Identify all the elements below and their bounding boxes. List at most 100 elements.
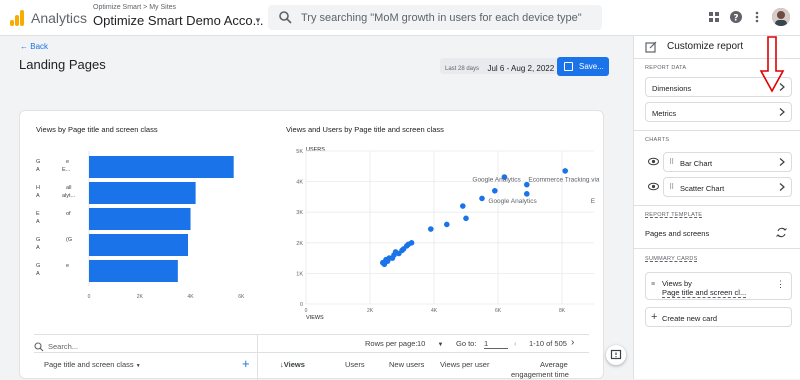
scatter-chart: USERS VIEWS 5K 4K 3K 2K 1K 00 2K 4K 6K 8K Google …: [296, 147, 600, 321]
drag-handle-icon[interactable]: ⠿: [669, 183, 674, 191]
visibility-icon[interactable]: [648, 157, 659, 166]
rows-per-page-label: Rows per page:: [365, 339, 418, 348]
goto-input[interactable]: 1: [484, 339, 508, 349]
feedback-button[interactable]: [606, 345, 626, 365]
y-tick-label: 4K: [296, 180, 303, 186]
metrics-label: Metrics: [652, 109, 677, 118]
bar-chart: GAeE...HAallalyt...EAofGA(GGAe 0 2K 4K 6K: [36, 151, 245, 300]
next-page-icon[interactable]: ›: [571, 337, 574, 348]
chevron-down-icon: ▼: [135, 363, 141, 369]
template-value: Pages and screens: [645, 229, 710, 238]
search-input[interactable]: Try searching "MoM growth in users for e…: [301, 12, 582, 24]
search-bar[interactable]: Try searching "MoM growth in users for e…: [268, 5, 602, 30]
column-header-users[interactable]: Users: [345, 360, 365, 369]
chevron-right-icon: [779, 108, 785, 116]
bar-x-tick-label: 4K: [187, 294, 194, 300]
bar-x-tick-label: 2K: [137, 294, 144, 300]
scatter-point: [524, 191, 530, 197]
list-icon: ≡: [651, 281, 656, 288]
top-bar: Analytics Optimize Smart > My Sites Opti…: [0, 0, 800, 36]
drag-handle-icon[interactable]: ⠿: [669, 158, 674, 166]
bar-row-label: G: [36, 159, 40, 165]
edit-report-icon: [645, 41, 657, 53]
x-axis-title: VIEWS: [306, 315, 324, 321]
app-name[interactable]: Analytics: [31, 10, 87, 26]
dimensions-label: Dimensions: [652, 84, 692, 93]
create-card-label: Create new card: [662, 314, 718, 323]
column-header-new-users[interactable]: New users: [389, 360, 424, 369]
save-button[interactable]: Save...: [557, 57, 609, 76]
back-link[interactable]: ← Back: [20, 42, 48, 51]
y-axis-title: USERS: [306, 147, 325, 153]
visibility-icon[interactable]: [648, 182, 659, 191]
table-search-input[interactable]: Search...: [48, 342, 78, 351]
card-line2: Page title and screen cl...: [662, 288, 747, 298]
rows-per-page-select[interactable]: 10 ▼: [417, 339, 443, 348]
bar-row-label: alyt...: [62, 193, 76, 199]
report-data-label: REPORT DATA: [645, 65, 687, 71]
create-card-button[interactable]: + Create new card: [645, 307, 792, 327]
chevron-right-icon: [779, 183, 785, 191]
column-header-dimension[interactable]: Page title and screen class ▼: [44, 360, 141, 369]
charts-label: CHARTS: [645, 137, 670, 143]
svg-text:?: ?: [733, 14, 738, 24]
scatter-point: [444, 221, 450, 228]
save-icon: [564, 62, 573, 71]
apps-grid-icon[interactable]: [707, 10, 721, 24]
bar-x-tick-label: 0: [88, 294, 91, 300]
metrics-row[interactable]: Metrics: [645, 102, 792, 122]
account-selector[interactable]: Optimize Smart Demo Acco...: [93, 13, 264, 28]
breadcrumb[interactable]: Optimize Smart > My Sites: [93, 4, 176, 11]
bar-row-label: E: [36, 211, 40, 217]
bar-chart-title: Views by Page title and screen class: [36, 125, 158, 134]
scatter-point: [492, 187, 498, 194]
column-header-engagement-time[interactable]: engagement time: [511, 370, 569, 379]
more-vert-icon[interactable]: [750, 10, 764, 24]
column-header-views[interactable]: ↓Views: [280, 360, 305, 369]
bar: [89, 182, 196, 204]
prev-page-icon[interactable]: ‹: [514, 339, 517, 348]
column-header-views-per-user[interactable]: Views per user: [440, 360, 489, 369]
pagination-text: 1-10 of 505: [529, 339, 567, 348]
column-header-dimension-label: Page title and screen class: [44, 360, 134, 369]
bar-row-label: of: [66, 211, 71, 217]
avatar[interactable]: [772, 8, 790, 26]
goto-label: Go to:: [456, 339, 477, 348]
more-vert-icon[interactable]: ⋮: [776, 279, 785, 290]
bar-chart-row[interactable]: ⠿ Bar Chart: [663, 152, 792, 172]
bar-row-label: A: [36, 245, 40, 251]
card-line1: Views by: [662, 279, 692, 288]
bar-row-label: (G: [66, 237, 72, 243]
bar: [89, 260, 178, 282]
add-dimension-icon[interactable]: +: [242, 356, 250, 371]
x-tick-label: 2K: [367, 308, 374, 314]
analytics-logo-icon[interactable]: [10, 10, 24, 26]
date-range: Jul 6 - Aug 2, 2022: [487, 64, 555, 73]
y-tick-label: 5K: [296, 149, 303, 155]
bar: [89, 156, 234, 178]
bar-row-label: A: [36, 167, 40, 173]
bar-row-label: A: [36, 271, 40, 277]
bar-row-label: G: [36, 263, 40, 269]
feedback-icon: [610, 349, 622, 360]
change-template-icon[interactable]: [775, 226, 788, 239]
y-tick-label: 1K: [296, 271, 303, 277]
scatter-chart-row[interactable]: ⠿ Scatter Chart: [663, 177, 792, 197]
column-header-avg-label[interactable]: Average: [540, 360, 568, 369]
summary-card-row[interactable]: ≡ Views by Page title and screen cl... ⋮: [645, 272, 792, 300]
date-range-picker[interactable]: Last 28 days Jul 6 - Aug 2, 2022: [440, 58, 560, 74]
help-icon[interactable]: ?: [729, 10, 743, 24]
date-prefix: Last 28 days: [445, 66, 480, 72]
scatter-point-label: Google Analytics: [472, 177, 521, 184]
rows-per-page-value: 10: [417, 339, 426, 348]
chevron-right-icon: [779, 158, 785, 166]
chevron-down-icon[interactable]: ▼: [254, 16, 262, 25]
scatter-chart-label: Scatter Chart: [680, 184, 725, 193]
bar: [89, 234, 188, 256]
summary-cards-label: SUMMARY CARDS: [645, 256, 698, 262]
scatter-point: [428, 226, 434, 232]
bar-row-label: e: [66, 263, 69, 269]
bar-x-tick-label: 6K: [238, 294, 245, 300]
x-tick-label: 8K: [559, 308, 566, 314]
scatter-chart-title: Views and Users by Page title and screen…: [286, 125, 444, 134]
